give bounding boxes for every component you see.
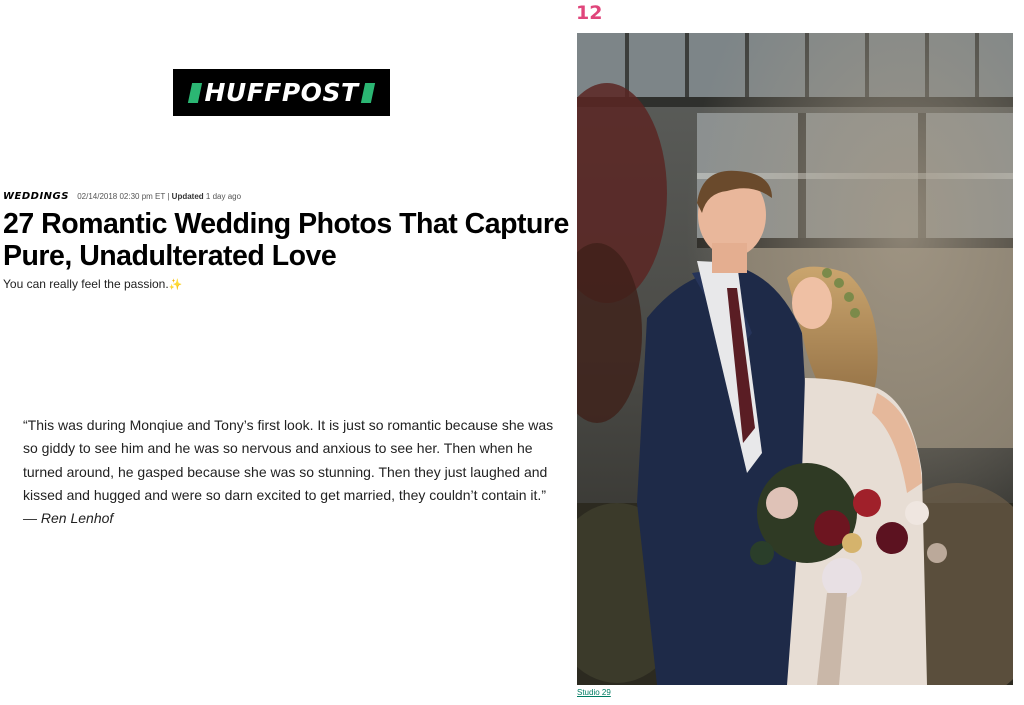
sparkle-icon: ✨ <box>168 279 183 291</box>
slide-quote: “This was during Monqiue and Tony’s firs… <box>23 414 563 530</box>
huffpost-logo[interactable]: HUFFPOST <box>173 69 390 116</box>
updated-value: 1 day ago <box>205 192 242 201</box>
photo-credit-link[interactable]: Studio 29 <box>577 688 611 697</box>
wedding-photo[interactable] <box>577 33 1013 685</box>
article-headline: 27 Romantic Wedding Photos That Capture … <box>3 208 569 272</box>
slide-number: 12 <box>576 2 603 24</box>
section-label[interactable]: WEDDINGS <box>3 191 69 202</box>
logo-left-bar <box>188 82 203 103</box>
subtitle-text: You can really feel the passion. <box>3 277 169 291</box>
quote-author: — Ren Lenhof <box>23 510 114 527</box>
article-meta: WEDDINGS 02/14/2018 02:30 pm ET | Update… <box>3 191 241 202</box>
article-subtitle: You can really feel the passion.✨ <box>3 277 182 291</box>
logo-right-bar <box>360 82 375 103</box>
publish-timestamp: 02/14/2018 02:30 pm ET <box>77 192 166 201</box>
quote-text: “This was during Monqiue and Tony’s firs… <box>23 417 554 503</box>
logo-wordmark: HUFFPOST <box>204 78 359 107</box>
updated-label: Updated <box>171 192 204 201</box>
meta-separator: | <box>167 192 170 201</box>
